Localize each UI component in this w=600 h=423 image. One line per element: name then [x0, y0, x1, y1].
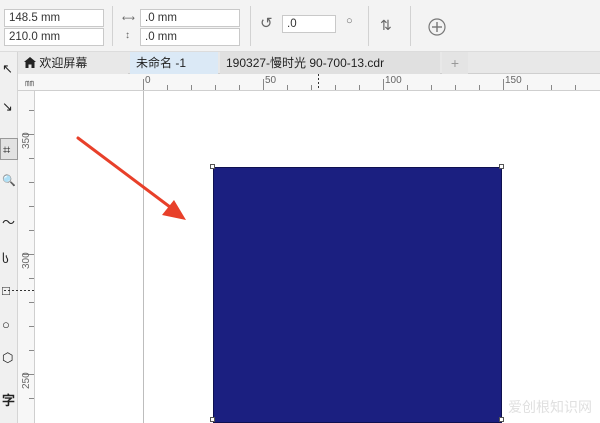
position-x-field[interactable]: 148.5 mm — [4, 9, 104, 27]
toolbar-separator — [112, 6, 113, 46]
document-tab-bar: 欢迎屏幕 未命名 -1 190327-慢时光 90-700-13.cdr + — [18, 52, 600, 74]
toolbox: ↖ ↘ ⌗ 🔍 〜 ს □ ○ ⬡ 字 — [0, 52, 18, 423]
cursor-position-guide — [4, 290, 34, 291]
tab-label: 欢迎屏幕 — [39, 56, 88, 70]
home-icon — [24, 57, 36, 68]
add-tab-button[interactable]: + — [442, 52, 468, 74]
tab-label: 未命名 -1 — [136, 56, 187, 70]
degree-icon: ○ — [346, 15, 353, 27]
height-field[interactable]: .0 mm — [140, 28, 240, 46]
polygon-tool-icon[interactable]: ⬡ — [0, 347, 18, 369]
add-icon[interactable] — [428, 18, 446, 36]
toolbar-separator — [368, 6, 369, 46]
ruler-label: 250 — [21, 372, 32, 389]
ruler-label: 300 — [21, 252, 32, 269]
toolbar-separator — [250, 6, 251, 46]
ruler-label: 150 — [505, 75, 522, 86]
selection-handle[interactable] — [210, 164, 215, 169]
tab-welcome-screen[interactable]: 欢迎屏幕 — [18, 52, 128, 74]
horizontal-ruler[interactable]: ㎜ 0 50 100 150 — [18, 74, 600, 91]
selection-handle[interactable] — [210, 417, 215, 422]
rotation-field[interactable]: .0 — [282, 15, 336, 33]
freehand-tool-icon[interactable]: 〜 — [0, 212, 18, 234]
ruler-label: 0 — [145, 75, 151, 86]
selection-handle[interactable] — [499, 417, 504, 422]
rotate-icon: ↺ — [260, 15, 273, 32]
tab-label: 190327-慢时光 90-700-13.cdr — [226, 56, 385, 70]
vertical-ruler[interactable]: 350 300 250 — [18, 91, 35, 423]
toolbar-separator — [410, 6, 411, 46]
add-tab-icon: + — [450, 55, 460, 71]
ruler-label: 100 — [385, 75, 402, 86]
width-icon: ⟷ — [122, 13, 135, 23]
ellipse-tool-icon[interactable]: ○ — [0, 314, 18, 336]
shape-tool-icon[interactable]: ↘ — [0, 96, 18, 118]
position-y-field[interactable]: 210.0 mm — [4, 28, 104, 46]
property-bar: 148.5 mm 210.0 mm ⟷ ↕ .0 mm .0 mm ↺ .0 ○… — [0, 0, 600, 52]
annotation-arrow-icon — [76, 136, 186, 220]
tab-cdr-file[interactable]: 190327-慢时光 90-700-13.cdr — [220, 52, 440, 74]
tab-untitled-1[interactable]: 未命名 -1 — [130, 52, 218, 74]
artistic-media-tool-icon[interactable]: ს — [0, 248, 18, 270]
text-tool-icon[interactable]: 字 — [0, 390, 18, 412]
height-icon: ↕ — [125, 30, 130, 41]
selection-handle[interactable] — [499, 164, 504, 169]
ruler-label: 50 — [265, 75, 277, 86]
width-field[interactable]: .0 mm — [140, 9, 240, 27]
zoom-tool-icon[interactable]: 🔍 — [0, 170, 18, 192]
crop-tool-icon[interactable]: ⌗ — [0, 138, 18, 160]
ruler-label: 350 — [21, 132, 32, 149]
selected-rectangle[interactable] — [213, 167, 502, 423]
watermark: 爱创根知识网 — [508, 400, 592, 416]
mirror-icon[interactable]: ⇅ — [380, 18, 392, 32]
ruler-unit-icon: ㎜ — [25, 78, 35, 88]
pick-tool-icon[interactable]: ↖ — [0, 58, 18, 80]
